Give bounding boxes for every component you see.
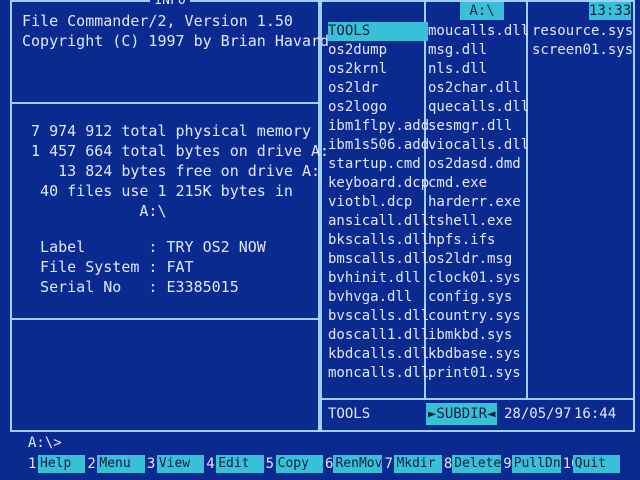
- file-item[interactable]: moncalls.dll: [328, 364, 429, 383]
- file-item[interactable]: quecalls.dll: [428, 98, 529, 117]
- file-item[interactable]: os2dump: [328, 41, 428, 60]
- function-key-label: Mkdir: [394, 455, 442, 473]
- file-item[interactable]: cmd.exe: [428, 174, 528, 193]
- file-item[interactable]: tshell.exe: [428, 212, 528, 231]
- function-key-number: 3: [146, 456, 156, 472]
- file-item[interactable]: bvscalls.dll: [328, 307, 429, 326]
- screen: INFO File Commander/2, Version 1.50 Copy…: [0, 0, 640, 480]
- files-info: 40 files use 1 215K bytes in: [22, 182, 293, 200]
- function-key-9[interactable]: 9 PullDn: [503, 455, 561, 473]
- file-item[interactable]: viotbl.dcp: [328, 193, 428, 212]
- status-date: 28/05/97: [504, 406, 572, 422]
- file-item[interactable]: bmscalls.dll: [328, 250, 429, 269]
- function-key-10[interactable]: 10 Quit: [562, 455, 621, 473]
- function-key-label: RenMov: [333, 455, 383, 473]
- file-column-2: moucalls.dll msg.dll nls.dll os2char.dll que…: [428, 22, 529, 383]
- file-item[interactable]: os2char.dll: [428, 79, 528, 98]
- status-time: 16:44: [574, 406, 617, 422]
- function-key-number: 5: [265, 456, 275, 472]
- file-item[interactable]: TOOLS: [328, 22, 428, 41]
- file-column-1: TOOLS os2dump os2krnl os2ldr os2logo ibm1flpy…: [328, 22, 429, 383]
- function-key-number: 2: [87, 456, 96, 472]
- file-item[interactable]: bkscalls.dll: [328, 231, 429, 250]
- file-item[interactable]: sesmgr.dll: [428, 117, 528, 136]
- file-item[interactable]: resource.sys: [532, 22, 633, 41]
- command-line[interactable]: A:\>: [28, 435, 62, 451]
- serial-number: Serial No : E3385015: [22, 278, 239, 296]
- path-info: A:\: [22, 202, 167, 220]
- function-key-number: 4: [206, 456, 215, 472]
- file-item[interactable]: os2ldr.msg: [428, 250, 528, 269]
- function-key-label: Delete: [452, 455, 502, 473]
- clock: 13:33: [589, 2, 632, 20]
- file-item[interactable]: kbdcalls.dll: [328, 345, 429, 364]
- file-item[interactable]: os2dasd.dmd: [428, 155, 528, 174]
- current-path: A:\: [460, 2, 504, 20]
- function-key-1[interactable]: 1 Help: [28, 455, 86, 473]
- file-item[interactable]: os2logo: [328, 98, 428, 117]
- function-key-8[interactable]: 8 Delete: [443, 455, 502, 473]
- info-panel-title: INFO: [150, 0, 190, 8]
- function-key-number: 9: [503, 456, 512, 472]
- function-key-number: 10: [562, 456, 580, 472]
- function-key-number: 1: [28, 456, 37, 472]
- function-key-5[interactable]: 5 Copy: [265, 455, 324, 473]
- file-item[interactable]: keyboard.dcp: [328, 174, 429, 193]
- file-item[interactable]: clock01.sys: [428, 269, 528, 288]
- file-panel: A:\ 13:33 TOOLS os2dump os2krnl os2ldr os2lo…: [320, 0, 635, 432]
- function-key-label: View: [156, 455, 205, 473]
- function-key-label: Help: [38, 455, 86, 473]
- function-key-4[interactable]: 4 Edit: [206, 455, 264, 473]
- volume-label: Label : TRY OS2 NOW: [22, 238, 266, 256]
- file-item[interactable]: ibm1s506.add: [328, 136, 429, 155]
- file-item[interactable]: kbdbase.sys: [428, 345, 528, 364]
- divider: [12, 102, 318, 104]
- function-key-number: 8: [443, 456, 453, 472]
- file-item[interactable]: moucalls.dll: [428, 22, 529, 41]
- divider: [12, 318, 318, 320]
- file-item[interactable]: bvhinit.dll: [328, 269, 428, 288]
- total-bytes-info: 1 457 664 total bytes on drive A:: [22, 142, 330, 160]
- status-divider: [322, 398, 633, 400]
- status-bar: TOOLS ►SUBDIR◄ 28/05/97 16:44: [324, 403, 631, 425]
- file-item[interactable]: ibmkbd.sys: [428, 326, 528, 345]
- file-item[interactable]: config.sys: [428, 288, 528, 307]
- status-type: ►SUBDIR◄: [426, 403, 498, 425]
- function-key-7[interactable]: 7 Mkdir: [384, 455, 442, 473]
- file-item[interactable]: viocalls.dll: [428, 136, 529, 155]
- app-copyright: Copyright (C) 1997 by Brian Havard: [22, 32, 330, 50]
- info-panel: INFO File Commander/2, Version 1.50 Copy…: [10, 0, 330, 432]
- file-item[interactable]: hpfs.ifs: [428, 231, 528, 250]
- function-key-label: PullDn: [511, 455, 561, 473]
- file-item[interactable]: ansicall.dll: [328, 212, 429, 231]
- file-item[interactable]: bvhvga.dll: [328, 288, 428, 307]
- file-item[interactable]: os2ldr: [328, 79, 428, 98]
- function-key-label: Menu: [97, 455, 145, 473]
- function-key-3[interactable]: 3 View: [146, 455, 205, 473]
- status-filename: TOOLS: [328, 406, 371, 422]
- file-column-3: resource.sys screen01.sys: [532, 22, 633, 60]
- app-title: File Commander/2, Version 1.50: [22, 12, 293, 30]
- function-key-number: 7: [384, 456, 393, 472]
- function-key-label: Copy: [275, 455, 324, 473]
- file-item[interactable]: msg.dll: [428, 41, 528, 60]
- file-system: File System : FAT: [22, 258, 194, 276]
- function-key-label: Edit: [216, 455, 264, 473]
- function-key-2[interactable]: 2 Menu: [87, 455, 145, 473]
- file-item[interactable]: print01.sys: [428, 364, 528, 383]
- file-item[interactable]: screen01.sys: [532, 41, 633, 60]
- free-bytes-info: 13 824 bytes free on drive A:: [22, 162, 321, 180]
- memory-info: 7 974 912 total physical memory: [22, 122, 311, 140]
- file-item[interactable]: ibm1flpy.add: [328, 117, 429, 136]
- file-item[interactable]: nls.dll: [428, 60, 528, 79]
- file-item[interactable]: harderr.exe: [428, 193, 528, 212]
- file-item[interactable]: country.sys: [428, 307, 528, 326]
- file-item[interactable]: doscall1.dll: [328, 326, 429, 345]
- function-key-6[interactable]: 6 RenMov: [325, 455, 383, 473]
- function-key-label: Quit: [572, 455, 621, 473]
- file-item[interactable]: os2krnl: [328, 60, 428, 79]
- function-key-bar: 1 Help 2 Menu 3 View 4 Edit 5 Copy 6 RenMov 7 Mkdir 8 D…: [28, 455, 621, 473]
- file-item[interactable]: startup.cmd: [328, 155, 428, 174]
- function-key-number: 6: [325, 456, 334, 472]
